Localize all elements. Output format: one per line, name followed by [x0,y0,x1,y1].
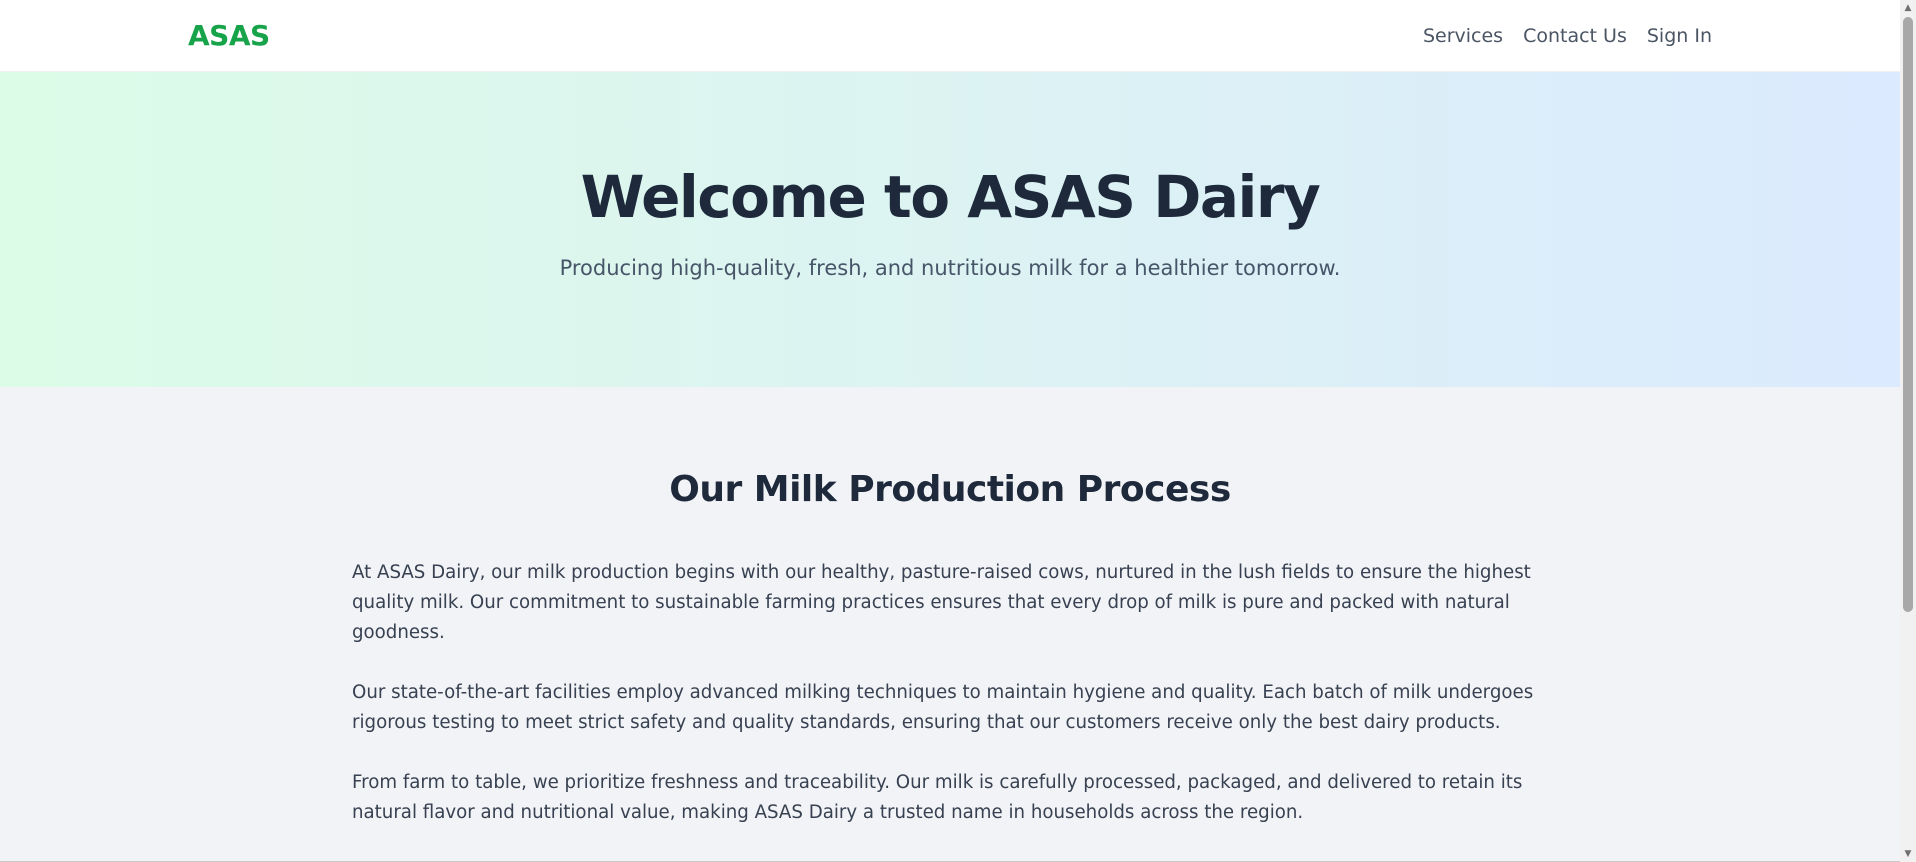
vertical-scrollbar[interactable]: ▲ ▼ [1900,0,1916,862]
process-paragraph: Our state-of-the-art facilities employ a… [352,682,1534,733]
process-paragraph: At ASAS Dairy, our milk production begin… [352,562,1531,643]
scrollbar-thumb[interactable] [1903,17,1913,612]
page: ASAS Services Contact Us Sign In Welcome… [0,0,1900,862]
scroll-up-arrow-icon[interactable]: ▲ [1900,0,1916,16]
hero-section: Welcome to ASAS Dairy Producing high-qua… [0,72,1900,387]
top-navbar: ASAS Services Contact Us Sign In [0,0,1900,72]
logo[interactable]: ASAS [188,19,270,52]
scroll-down-arrow-icon[interactable]: ▼ [1900,846,1916,862]
nav-link-services[interactable]: Services [1423,25,1503,47]
hero-subtitle: Producing high-quality, fresh, and nutri… [559,256,1341,280]
nav-links: Services Contact Us Sign In [1423,25,1712,47]
process-section: Our Milk Production Process At ASAS Dair… [0,387,1900,858]
process-paragraphs: At ASAS Dairy, our milk production begin… [352,558,1548,858]
process-heading: Our Milk Production Process [669,469,1231,510]
hero-title: Welcome to ASAS Dairy [580,163,1321,231]
process-paragraph: From farm to table, we prioritize freshn… [352,772,1523,823]
nav-link-sign-in[interactable]: Sign In [1647,25,1712,47]
nav-link-contact-us[interactable]: Contact Us [1523,25,1627,47]
